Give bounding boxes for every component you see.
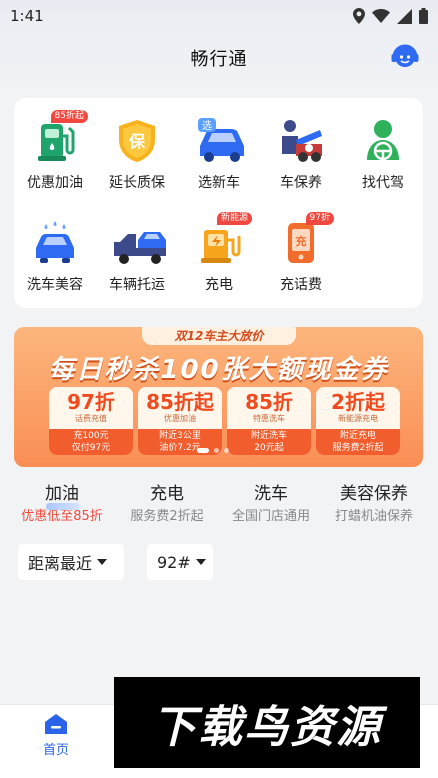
home-icon: [45, 714, 67, 734]
tab-home[interactable]: 首页: [30, 713, 82, 758]
coupon-title: 特惠洗车: [253, 414, 285, 423]
tab-subtitle: 全国门店通用: [231, 509, 310, 524]
coupon-title: 优惠加油: [164, 414, 196, 423]
service-label: 优惠加油: [27, 175, 83, 191]
category-tabs: 加油 优惠低至85折 充电 服务费2折起 洗车 全国门店通用 美容保养 打蜡机油…: [0, 480, 438, 532]
coupon-desc-line1: 附近3公里: [159, 431, 201, 441]
tab-beauty-maintenance[interactable]: 美容保养 打蜡机油保养: [322, 480, 426, 526]
status-time: 1:41: [10, 7, 44, 25]
coupon-desc: 附近充电 服务费2折起: [316, 429, 400, 455]
services-card: 85折起 优惠加油 保 延长质保 选 选新车 车保养 找代驾 洗车美容 车辆托运…: [14, 98, 423, 308]
pagination-dot: [224, 448, 229, 453]
fuel-pump-icon: [38, 124, 75, 161]
service-label: 车保养: [280, 175, 322, 191]
phone-recharge-icon: 充: [288, 223, 314, 263]
tow-truck-icon: [114, 232, 166, 264]
status-bar: 1:41: [0, 0, 438, 32]
warranty-glyph: 保: [128, 132, 146, 151]
tab-subtitle: 打蜡机油保养: [334, 509, 413, 524]
watermark-text: 下载鸟资源: [152, 701, 382, 753]
pagination-dot: [214, 448, 219, 453]
service-badge: 新能源: [216, 212, 252, 225]
shield-warranty-icon: 保: [119, 120, 155, 162]
tab-name: 美容保养: [340, 484, 408, 504]
service-label: 选新车: [198, 175, 240, 191]
banner-pagination: [197, 448, 229, 453]
caret-down-icon: [195, 559, 206, 565]
wifi-icon: [372, 9, 390, 23]
service-charging[interactable]: 新能源 充电: [184, 212, 254, 294]
service-new-car[interactable]: 选 选新车: [184, 116, 254, 192]
location-icon: [353, 8, 365, 24]
coupon-desc-line1: 充100元: [73, 431, 109, 441]
driver-icon: [367, 120, 399, 161]
coupon-desc-line2: 服务费2折起: [332, 443, 384, 453]
service-warranty[interactable]: 保 延长质保: [102, 116, 172, 192]
service-label: 充电: [205, 277, 233, 293]
watermark-overlay: 下载鸟资源: [114, 677, 420, 768]
banner-headline: 每日秒杀100张大额现金券: [48, 355, 389, 385]
service-label: 洗车美容: [27, 277, 83, 293]
service-badge: 97折: [305, 212, 334, 225]
fuel-type-value: 92#: [157, 552, 191, 572]
coupon-desc-line2: 仅付97元: [71, 443, 111, 453]
coupon-desc-line1: 附近洗车: [250, 431, 287, 441]
service-driver[interactable]: 找代驾: [348, 116, 418, 192]
tab-car-wash[interactable]: 洗车 全国门店通用: [219, 480, 323, 526]
battery-icon: [419, 8, 428, 24]
customer-service-icon[interactable]: [390, 42, 420, 72]
service-car-wash[interactable]: 洗车美容: [20, 218, 90, 294]
coupon-amount: 2折起: [331, 390, 385, 414]
charging-station-icon: [201, 230, 241, 263]
coupon-amount: 85折: [245, 390, 293, 414]
service-label: 找代驾: [362, 175, 404, 191]
banner-tag: 双12车主大放价: [142, 327, 296, 345]
service-label: 车辆托运: [109, 277, 165, 293]
tab-name: 加油: [45, 484, 79, 504]
pagination-dot-active: [197, 448, 209, 453]
caret-down-icon: [97, 559, 108, 565]
coupon-amount: 85折起: [146, 390, 214, 414]
tab-name: 洗车: [254, 484, 288, 504]
service-tow[interactable]: 车辆托运: [102, 218, 172, 294]
tab-subtitle: 优惠低至85折: [21, 509, 103, 524]
service-maintenance[interactable]: 车保养: [266, 116, 336, 192]
service-fuel[interactable]: 85折起 优惠加油: [20, 110, 90, 192]
tab-name: 充电: [150, 484, 184, 504]
coupon-card[interactable]: 85折起 优惠加油 附近3公里 油价7.2元: [138, 387, 222, 455]
new-car-icon: 选: [198, 118, 244, 162]
app-title: 畅行通: [190, 49, 248, 70]
coupon-card[interactable]: 97折 话费充值 充100元 仅付97元: [49, 387, 133, 455]
coupon-title: 新能源充电: [338, 414, 378, 423]
sort-dropdown-value: 距离最近: [28, 554, 93, 573]
car-maintenance-icon: [282, 120, 322, 162]
service-label: 充话费: [280, 277, 322, 293]
coupon-card[interactable]: 2折起 新能源充电 附近充电 服务费2折起: [316, 387, 400, 455]
coupon-desc: 附近洗车 20元起: [227, 429, 311, 455]
service-phone-recharge[interactable]: 充 97折 充话费: [266, 212, 336, 294]
status-icons: [353, 8, 428, 24]
sort-dropdown[interactable]: 距离最近: [18, 544, 124, 580]
car-wash-icon: [36, 221, 74, 263]
signal-icon: [397, 8, 412, 24]
promo-banner[interactable]: 双12车主大放价 每日秒杀100张大额现金券 97折 话费充值 充100元 仅付…: [14, 327, 423, 467]
coupon-title: 话费充值: [75, 414, 107, 423]
new-car-glyph: 选: [202, 119, 212, 132]
fuel-type-dropdown[interactable]: 92#: [147, 544, 213, 580]
tab-subtitle: 服务费2折起: [130, 509, 204, 524]
coupon-desc: 充100元 仅付97元: [49, 429, 133, 455]
service-label: 延长质保: [109, 175, 165, 191]
coupon-amount: 97折: [67, 390, 115, 414]
coupon-card[interactable]: 85折 特惠洗车 附近洗车 20元起: [227, 387, 311, 455]
tab-charging[interactable]: 充电 服务费2折起: [115, 480, 219, 526]
tab-home-label: 首页: [42, 743, 69, 758]
phone-recharge-glyph: 充: [296, 234, 307, 248]
app-header: 畅行通: [0, 32, 438, 84]
service-badge: 85折起: [50, 110, 88, 123]
coupon-desc-line2: 20元起: [254, 443, 284, 453]
tab-fuel[interactable]: 加油 优惠低至85折: [10, 480, 114, 526]
coupon-desc-line1: 附近充电: [339, 431, 376, 441]
